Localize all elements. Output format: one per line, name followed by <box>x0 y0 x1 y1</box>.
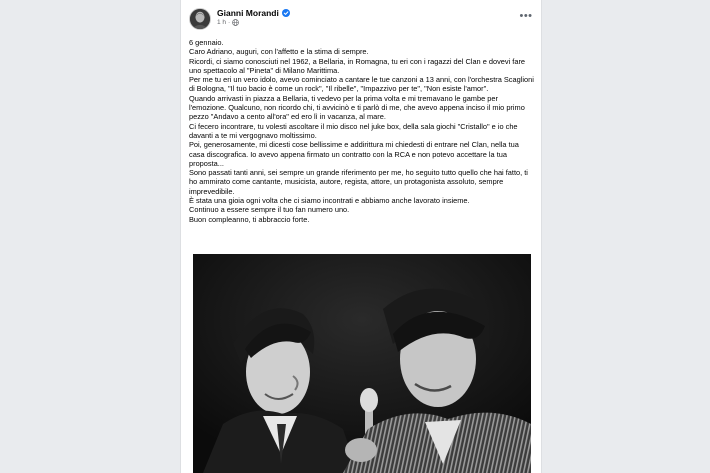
post-paragraph: Per me tu eri un vero idolo, avevo comin… <box>189 75 534 94</box>
post-paragraph: Ricordi, ci siamo conosciuti nel 1962, a… <box>189 56 526 75</box>
meta-separator: · <box>228 19 231 26</box>
post-paragraph: Sono passati tanti anni, sei sempre un g… <box>189 168 528 196</box>
post-paragraph: Poi, generosamente, mi dicesti cose bell… <box>189 140 519 168</box>
post-time[interactable]: 1 h <box>217 19 226 26</box>
post-paragraph: 6 gennaio. <box>189 38 224 47</box>
more-options-icon[interactable]: ••• <box>519 11 533 22</box>
post-paragraph: Continuo a essere sempre il tuo fan nume… <box>189 205 350 215</box>
post-photo[interactable] <box>193 254 531 473</box>
author-name[interactable]: Gianni Morandi <box>217 8 279 18</box>
author-line: Gianni Morandi <box>217 8 290 18</box>
verified-badge-icon <box>281 9 290 17</box>
photo-two-singers <box>193 254 531 473</box>
post-card: Gianni Morandi 1 h · ••• 6 gennaio. Caro… <box>180 0 542 473</box>
post-header: Gianni Morandi 1 h · ••• <box>181 0 541 38</box>
avatar-portrait <box>190 9 210 29</box>
post-paragraph: È stata una gioia ogni volta che ci siam… <box>189 196 470 206</box>
post-text: 6 gennaio. Caro Adriano, auguri, con l'a… <box>189 38 535 224</box>
avatar[interactable] <box>189 8 211 30</box>
post-paragraph: Quando arrivasti in piazza a Bellaria, t… <box>189 93 525 122</box>
post-paragraph: Buon compleanno, ti abbraccio forte. <box>189 214 310 224</box>
post-paragraph: Caro Adriano, auguri, con l'affetto e la… <box>189 47 369 57</box>
globe-icon[interactable] <box>232 19 240 26</box>
post-paragraph: Ci fecero incontrare, tu volesti ascolta… <box>189 121 518 140</box>
post-meta: 1 h · <box>217 19 240 26</box>
